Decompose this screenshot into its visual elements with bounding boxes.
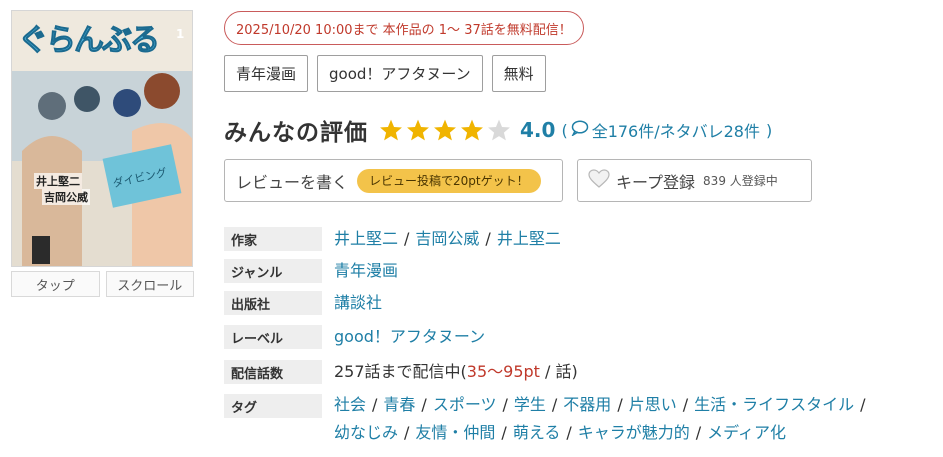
rating-row: みんなの評価 4.0 ( 全176件 /ネタバレ28件 ) (224, 110, 772, 150)
cover-view-buttons: タップ スクロール (11, 271, 194, 297)
tag-separator: / (502, 395, 508, 414)
star-empty-icon (486, 118, 512, 142)
tag-separator: / (421, 395, 427, 414)
star-rating (378, 118, 512, 142)
author-link-2[interactable]: 吉岡公威 (415, 229, 479, 248)
star-filled-icon (405, 118, 431, 142)
tag-separator: / (682, 395, 689, 414)
tag-separator: / (860, 395, 866, 414)
tag-link[interactable]: 不器用 (563, 395, 611, 414)
tag-link[interactable]: 学生 (514, 395, 546, 414)
tag-separator: / (404, 423, 410, 442)
info-key-genre: ジャンル (224, 259, 322, 283)
tag-link[interactable]: 萌える (513, 423, 561, 442)
tap-button[interactable]: タップ (11, 271, 100, 297)
speech-bubble-icon (570, 120, 589, 140)
keep-button[interactable]: キープ登録 839 人登録中 (577, 159, 812, 202)
rating-title: みんなの評価 (224, 120, 368, 146)
keep-label: キープ登録 (616, 172, 696, 192)
tag-link[interactable]: 生活・ライフスタイル (694, 395, 854, 414)
info-row-genre: ジャンル 青年漫画 (224, 259, 398, 283)
info-key-label: レーベル (224, 325, 322, 349)
review-count[interactable]: 全176件 (592, 118, 655, 142)
star-filled-icon (432, 118, 458, 142)
author-link-1[interactable]: 井上堅二 (334, 229, 398, 248)
info-key-publisher: 出版社 (224, 291, 322, 315)
tag-link[interactable]: メディア化 (707, 423, 786, 442)
review-bonus-badge: レビュー投稿で20ptゲット！ (357, 168, 541, 193)
tag-link[interactable]: 社会 (334, 395, 366, 414)
tag-separator: / (501, 423, 507, 442)
episodes-prefix: 257話まで配信中( (334, 362, 467, 381)
write-review-button[interactable]: レビューを書く レビュー投稿で20ptゲット！ (224, 159, 563, 202)
info-key-episodes: 配信話数 (224, 360, 322, 384)
tag-link[interactable]: キャラが魅力的 (578, 423, 690, 442)
info-row-publisher: 出版社 講談社 (224, 291, 382, 315)
close-paren: ) (766, 120, 773, 140)
cover-image[interactable]: ダイビング ぐらんぶる 1 井上堅二 吉岡公威 (11, 10, 193, 267)
keep-count: 839 人登録中 (703, 174, 778, 188)
info-row-author: 作家 井上堅二 / 吉岡公威 / 井上堅二 (224, 227, 561, 251)
tag-separator: / (551, 395, 558, 414)
info-val-author: 井上堅二 / 吉岡公威 / 井上堅二 (334, 229, 561, 248)
cover-author-2: 吉岡公威 (42, 189, 90, 205)
free-campaign-notice: 2025/10/20 10:00まで 本作品の 1〜 37話を無料配信！ (224, 11, 584, 45)
tag-line-1: 社会 / 青春 / スポーツ / 学生 / 不器用 / 片思い / 生活・ライフスタイル / (334, 391, 872, 419)
rating-score: 4.0 (520, 118, 556, 142)
tag-separator: / (566, 423, 572, 442)
genre-link[interactable]: 青年漫画 (334, 261, 398, 280)
scroll-button[interactable]: スクロール (105, 271, 194, 297)
tag-separator: / (372, 395, 378, 414)
tag-button-free[interactable]: 無料 (491, 55, 546, 92)
tag-link[interactable]: 片思い (629, 395, 677, 414)
write-review-label: レビューを書く (236, 172, 349, 192)
label-link[interactable]: good！アフタヌーン (334, 327, 485, 346)
cover-author-1: 井上堅二 (34, 173, 82, 189)
tag-separator: / (617, 395, 623, 414)
episodes-suffix: / 話) (539, 362, 578, 381)
tag-list: 社会 / 青春 / スポーツ / 学生 / 不器用 / 片思い / 生活・ライフスタイル / 幼なじみ / 友… (334, 391, 872, 447)
info-key-tags: タグ (224, 394, 322, 418)
tag-link[interactable]: スポーツ (433, 395, 497, 414)
info-row-episodes: 配信話数 257話まで配信中(35〜95pt / 話) (224, 360, 578, 384)
info-row-label: レーベル good！アフタヌーン (224, 325, 485, 349)
tag-link[interactable]: 友情・仲間 (415, 423, 495, 442)
episodes-price: 35〜95pt (466, 362, 540, 381)
star-filled-icon (378, 118, 404, 142)
cover-title: ぐらんぶる (18, 23, 161, 59)
publisher-link[interactable]: 講談社 (334, 293, 382, 312)
tag-separator: / (695, 423, 702, 442)
tag-link[interactable]: 青春 (383, 395, 415, 414)
category-tags: 青年漫画 good！アフタヌーン 無料 (224, 55, 546, 92)
spoiler-count[interactable]: /ネタバレ28件 (654, 118, 760, 142)
open-paren: ( (561, 120, 568, 140)
star-filled-icon (459, 118, 485, 142)
author-link-3[interactable]: 井上堅二 (497, 229, 561, 248)
cover-volume: 1 (176, 27, 185, 41)
tag-button-genre[interactable]: 青年漫画 (224, 55, 309, 92)
info-row-tags: タグ 社会 / 青春 / スポーツ / 学生 / 不器用 / 片思い / 生活・ライフスタイル / 幼なじ… (224, 394, 872, 447)
action-buttons: レビューを書く レビュー投稿で20ptゲット！ キープ登録 839 人登録中 (224, 159, 812, 202)
heart-icon (588, 168, 610, 193)
info-val-episodes: 257話まで配信中(35〜95pt / 話) (334, 360, 578, 384)
tag-button-label[interactable]: good！アフタヌーン (317, 55, 483, 92)
info-key-author: 作家 (224, 227, 322, 251)
review-count-link[interactable]: ( 全176件 /ネタバレ28件 ) (561, 118, 772, 142)
tag-link[interactable]: 幼なじみ (334, 423, 398, 442)
tag-line-2: 幼なじみ / 友情・仲間 / 萌える / キャラが魅力的 / メディア化 (334, 419, 872, 447)
